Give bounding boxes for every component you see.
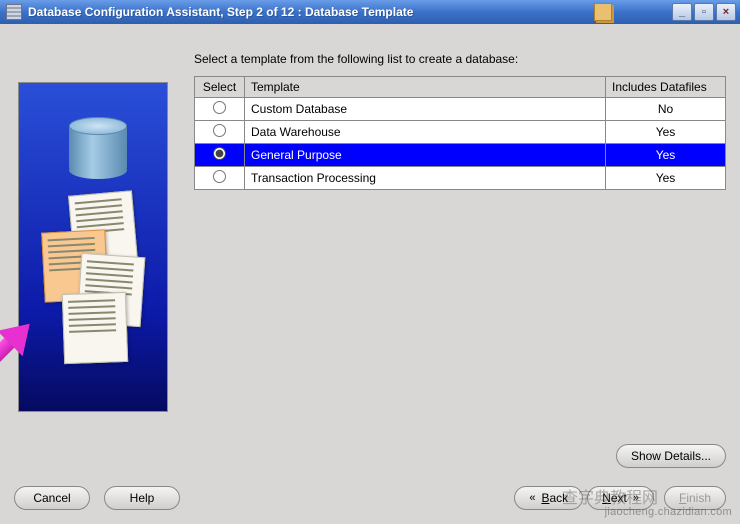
title-overlap-icon bbox=[594, 3, 612, 21]
side-illustration-panel bbox=[18, 82, 168, 412]
maximize-button[interactable]: ▫ bbox=[694, 3, 714, 21]
help-button[interactable]: Help bbox=[104, 486, 180, 510]
database-cylinder-icon bbox=[69, 117, 127, 179]
template-radio[interactable] bbox=[213, 170, 226, 183]
content-area: Select a template from the following lis… bbox=[0, 24, 740, 524]
minimize-button[interactable]: _ bbox=[672, 3, 692, 21]
header-includes-datafiles: Includes Datafiles bbox=[606, 77, 726, 98]
template-radio[interactable] bbox=[213, 124, 226, 137]
header-template: Template bbox=[245, 77, 606, 98]
titlebar: Database Configuration Assistant, Step 2… bbox=[0, 0, 740, 24]
template-table: Select Template Includes Datafiles Custo… bbox=[194, 76, 726, 190]
template-name-cell: General Purpose bbox=[245, 144, 606, 167]
template-radio[interactable] bbox=[213, 147, 226, 160]
cancel-button[interactable]: Cancel bbox=[14, 486, 90, 510]
template-name-cell: Data Warehouse bbox=[245, 121, 606, 144]
table-row[interactable]: Data Warehouse Yes bbox=[195, 121, 726, 144]
table-row[interactable]: Custom Database No bbox=[195, 98, 726, 121]
system-menu-icon[interactable] bbox=[6, 4, 22, 20]
show-details-button[interactable]: Show Details... bbox=[616, 444, 726, 468]
header-select: Select bbox=[195, 77, 245, 98]
chevron-left-icon: « bbox=[529, 492, 535, 504]
main-pane: Select a template from the following lis… bbox=[194, 52, 726, 434]
watermark-cn: 查字典教程网 bbox=[562, 484, 658, 508]
table-row[interactable]: Transaction Processing Yes bbox=[195, 167, 726, 190]
template-radio[interactable] bbox=[213, 101, 226, 114]
window-title: Database Configuration Assistant, Step 2… bbox=[28, 5, 600, 19]
watermark-url: jiaocheng.chazidian.com bbox=[605, 506, 732, 518]
includes-cell: Yes bbox=[606, 121, 726, 144]
includes-cell: No bbox=[606, 98, 726, 121]
template-paper-icon bbox=[62, 292, 128, 364]
includes-cell: Yes bbox=[606, 144, 726, 167]
close-button[interactable]: × bbox=[716, 3, 736, 21]
table-row[interactable]: General Purpose Yes bbox=[195, 144, 726, 167]
template-name-cell: Transaction Processing bbox=[245, 167, 606, 190]
instruction-text: Select a template from the following lis… bbox=[194, 52, 726, 66]
includes-cell: Yes bbox=[606, 167, 726, 190]
template-name-cell: Custom Database bbox=[245, 98, 606, 121]
